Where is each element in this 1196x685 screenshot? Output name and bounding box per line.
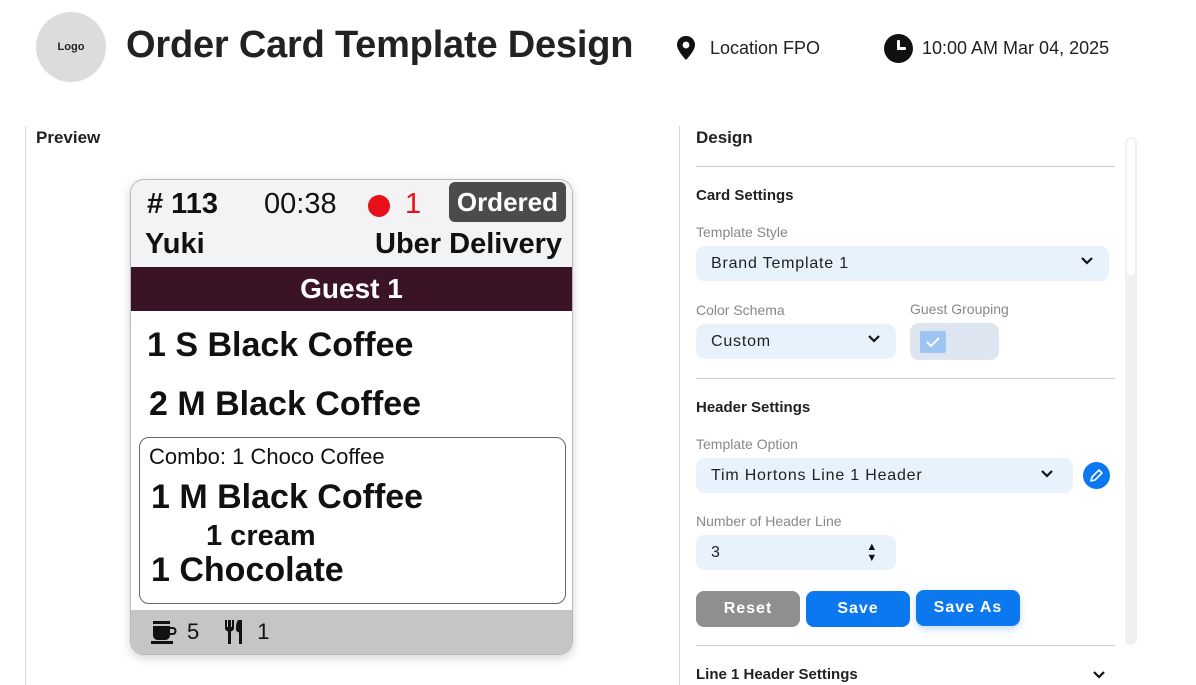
template-style-select[interactable]: Brand Template 1: [696, 246, 1109, 281]
header-lines-label: Number of Header Line: [696, 513, 842, 529]
checkbox-checked: [920, 331, 946, 353]
order-number: # 113: [147, 188, 218, 220]
combo-item: 1 Chocolate: [151, 551, 344, 589]
chevron-down-icon: [1081, 257, 1093, 265]
combo-modifier: 1 cream: [206, 520, 316, 552]
template-style-value: Brand Template 1: [711, 254, 849, 272]
card-header: # 113 00:38 1 Ordered Yuki Uber Delivery: [131, 180, 572, 267]
guest-grouping-checkbox[interactable]: [910, 323, 999, 360]
list-item: 2 M Black Coffee: [149, 385, 422, 423]
header-settings-title: Header Settings: [696, 399, 811, 416]
pencil-icon: [1090, 469, 1103, 482]
header-lines-value: 3: [711, 543, 721, 561]
save-as-button[interactable]: Save As: [916, 590, 1020, 626]
alert-count: 1: [405, 188, 422, 220]
preview-label: Preview: [36, 128, 101, 147]
number-stepper-icon[interactable]: ▲ ▼: [866, 542, 878, 564]
location-pin-icon: [677, 36, 695, 60]
food-count: 1: [223, 619, 270, 645]
preview-divider-left: [25, 126, 26, 685]
template-option-value: Tim Hortons Line 1 Header: [711, 466, 923, 484]
order-channel: Uber Delivery: [375, 228, 562, 260]
combo-item: 1 M Black Coffee: [151, 478, 424, 516]
template-option-label: Template Option: [696, 436, 798, 452]
check-icon: [926, 337, 940, 348]
drink-count-value: 5: [187, 619, 200, 644]
location-text: Location FPO: [710, 37, 821, 58]
chevron-down-icon: [868, 335, 880, 343]
divider: [696, 645, 1115, 646]
drink-count: 5: [151, 619, 199, 645]
line1-header-settings-title[interactable]: Line 1 Header Settings: [696, 666, 858, 683]
template-style-label: Template Style: [696, 224, 788, 240]
datetime: 10:00 AM Mar 04, 2025: [884, 34, 1109, 63]
reset-button[interactable]: Reset: [696, 591, 800, 627]
card-settings-title: Card Settings: [696, 187, 794, 204]
guest-bar: Guest 1: [131, 267, 572, 311]
alert-dot-icon: [368, 195, 390, 217]
logo: Logo: [36, 12, 106, 82]
preview-divider-right: [679, 126, 680, 685]
status-badge: Ordered: [448, 182, 566, 222]
divider: [696, 378, 1115, 379]
combo-title: Combo: 1 Choco Coffee: [149, 444, 385, 469]
divider: [696, 166, 1115, 167]
page-title: Order Card Template Design: [126, 24, 634, 66]
food-count-value: 1: [257, 619, 270, 644]
scrollbar-thumb[interactable]: [1127, 139, 1135, 275]
guest-grouping-label: Guest Grouping: [910, 301, 1009, 317]
save-button[interactable]: Save: [806, 591, 910, 627]
clock-icon: [884, 34, 913, 63]
edit-template-button[interactable]: [1083, 462, 1110, 489]
chevron-down-icon[interactable]: [1093, 671, 1105, 679]
location: Location FPO: [676, 36, 820, 60]
chevron-down-icon: [1041, 470, 1053, 478]
combo-box: Combo: 1 Choco Coffee 1 M Black Coffee 1…: [139, 437, 566, 604]
color-schema-select[interactable]: Custom: [696, 324, 896, 359]
color-schema-value: Custom: [711, 332, 771, 350]
datetime-text: 10:00 AM Mar 04, 2025: [922, 38, 1110, 58]
order-timer: 00:38: [264, 188, 337, 220]
design-label: Design: [696, 128, 753, 147]
list-item: 1 S Black Coffee: [147, 326, 414, 364]
color-schema-label: Color Schema: [696, 302, 785, 318]
header-lines-input[interactable]: 3 ▲ ▼: [696, 535, 896, 570]
coffee-cup-icon: [151, 621, 177, 644]
customer-name: Yuki: [145, 228, 205, 260]
template-option-select[interactable]: Tim Hortons Line 1 Header: [696, 458, 1073, 493]
utensils-icon: [225, 620, 243, 644]
order-card-preview: # 113 00:38 1 Ordered Yuki Uber Delivery…: [130, 179, 573, 655]
card-footer: 5 1: [131, 610, 572, 654]
